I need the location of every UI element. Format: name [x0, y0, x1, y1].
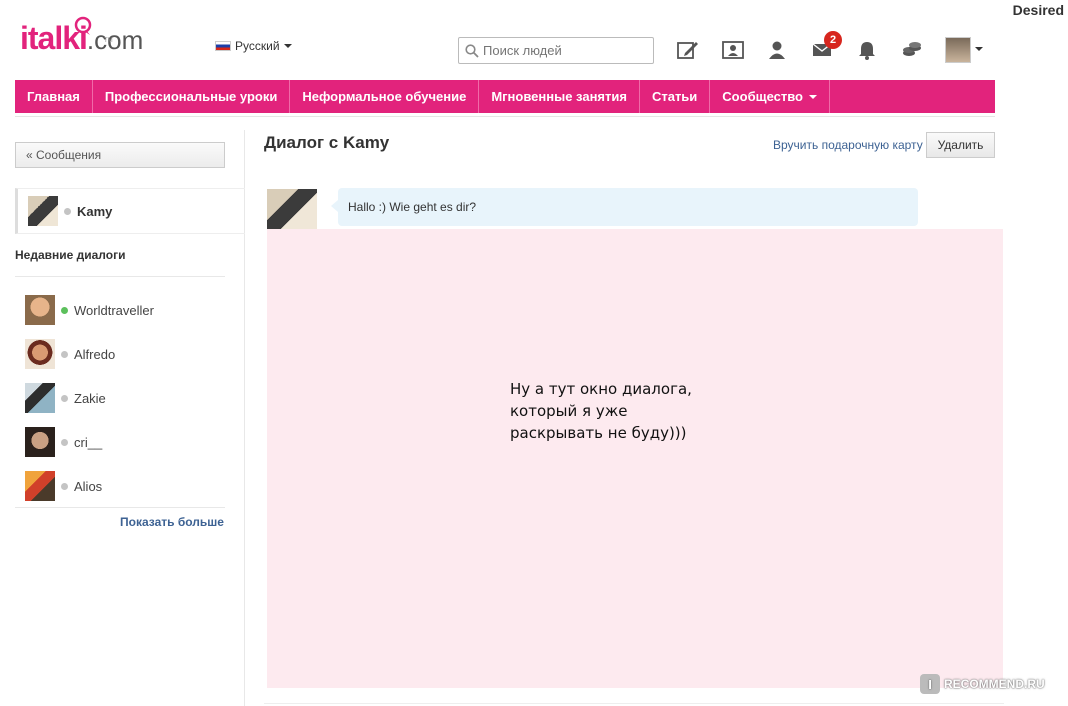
- status-dot: [61, 482, 68, 490]
- recommend-logo-icon: I: [920, 674, 940, 694]
- contact-card-icon: [722, 41, 744, 59]
- status-dot: [61, 350, 68, 358]
- search-input[interactable]: [483, 43, 643, 58]
- nav-instant-lessons[interactable]: Мгновенные занятия: [479, 80, 640, 113]
- logo-domain: .com: [86, 25, 144, 55]
- avatar: [25, 471, 55, 501]
- hidden-dialog-overlay: [267, 229, 1003, 688]
- page-title: Диалог с Kamy: [264, 133, 390, 152]
- divider: [15, 276, 225, 277]
- avatar: [25, 383, 55, 413]
- language-label: Русский: [235, 39, 280, 53]
- list-item-name: Alios: [74, 478, 103, 494]
- overlay-line: раскрывать не буду))): [510, 424, 687, 442]
- messages-badge: 2: [824, 31, 842, 49]
- watermark-text: RECOMMEND.RU: [944, 677, 1045, 691]
- logo-bubble-icon: [74, 16, 92, 35]
- status-dot: [61, 306, 68, 314]
- nav-divider: [15, 116, 995, 117]
- edit-icon: [677, 42, 698, 59]
- back-to-messages-button[interactable]: « Сообщения: [15, 142, 225, 168]
- profile-button[interactable]: [764, 38, 790, 62]
- list-item-name: Worldtraveller: [74, 302, 154, 318]
- status-dot: [64, 207, 71, 215]
- avatar: [25, 295, 55, 325]
- delete-button[interactable]: Удалить: [926, 132, 995, 158]
- overlay-line: Ну а тут окно диалога,: [510, 380, 692, 398]
- italki-logo[interactable]: italki.com TM: [20, 16, 144, 70]
- overlay-line: который я уже: [510, 402, 628, 420]
- gift-card-link[interactable]: Вручить подарочную карту: [773, 138, 923, 152]
- bubble-tail: [331, 200, 338, 212]
- list-item[interactable]: Zakie: [25, 376, 225, 420]
- nav-community[interactable]: Сообщество: [710, 80, 830, 113]
- credits-button[interactable]: [899, 38, 925, 62]
- avatar: [25, 339, 55, 369]
- list-item[interactable]: Worldtraveller: [25, 288, 225, 332]
- coins-icon: [903, 42, 921, 56]
- contacts-button[interactable]: [720, 38, 746, 62]
- main-nav: Главная Профессиональные уроки Неформаль…: [15, 80, 995, 113]
- list-item-name: Zakie: [74, 390, 106, 406]
- status-dot: [61, 394, 68, 402]
- recent-dialogs-list: Worldtraveller Alfredo Zakie cri__ Alios: [25, 288, 225, 508]
- nav-community-label: Сообщество: [722, 89, 803, 104]
- message-bubble: Hallo :) Wie geht es dir?: [338, 188, 918, 226]
- divider: [264, 703, 1004, 704]
- account-chevron-down-icon[interactable]: [975, 47, 983, 51]
- avatar: [28, 196, 58, 226]
- overlay-caption: Ну а тут окно диалога, который я уже рас…: [510, 378, 692, 444]
- corner-tag: Desired: [1012, 2, 1064, 18]
- watermark: I RECOMMEND.RU: [920, 674, 1045, 694]
- russian-flag-icon: [215, 41, 231, 51]
- nav-professional-lessons[interactable]: Профессиональные уроки: [93, 80, 291, 113]
- list-item[interactable]: cri__: [25, 420, 225, 464]
- logo-tm: TM: [104, 38, 113, 44]
- status-dot: [61, 438, 68, 446]
- recent-dialogs-title: Недавние диалоги: [15, 248, 126, 262]
- nav-articles[interactable]: Статьи: [640, 80, 711, 113]
- compose-button[interactable]: [675, 38, 701, 62]
- show-more-link[interactable]: Показать больше: [120, 515, 224, 529]
- list-item-name: cri__: [74, 434, 103, 450]
- divider: [15, 507, 225, 508]
- active-conversation[interactable]: Kamy: [15, 188, 245, 234]
- active-conversation-name: Kamy: [77, 203, 113, 219]
- chevron-down-icon: [808, 94, 817, 99]
- search-box[interactable]: [458, 37, 654, 64]
- list-item-name: Alfredo: [74, 346, 116, 362]
- nav-informal-learning[interactable]: Неформальное обучение: [290, 80, 480, 113]
- search-icon: [465, 43, 479, 58]
- message-avatar[interactable]: [267, 189, 317, 229]
- user-avatar[interactable]: [945, 37, 971, 63]
- chevron-down-icon: [283, 44, 292, 48]
- avatar: [25, 427, 55, 457]
- bell-icon: [859, 42, 875, 60]
- notifications-button[interactable]: [854, 38, 880, 62]
- nav-home[interactable]: Главная: [15, 80, 93, 113]
- list-item[interactable]: Alfredo: [25, 332, 225, 376]
- user-icon: [769, 41, 785, 59]
- list-item[interactable]: Alios: [25, 464, 225, 508]
- language-selector[interactable]: Русский: [215, 39, 292, 53]
